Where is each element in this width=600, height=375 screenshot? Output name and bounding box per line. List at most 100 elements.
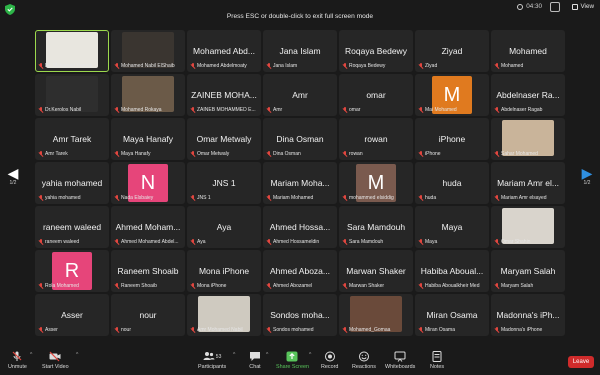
participants-button[interactable]: 53 Participants [198,351,226,370]
next-page-button[interactable]: ▶ 1/2 [578,166,596,194]
mic-muted-icon [190,151,195,157]
participant-name-label: Amr Mohamed Nabil [190,327,258,333]
participant-tile[interactable]: iPhone iPhone [415,118,489,160]
participant-tile[interactable]: Ahmed Hossa... Ahmed Hossameldin [263,206,337,248]
participant-tile[interactable]: Mohamed Abd... Mohamed Abdelmoaty [187,30,261,72]
participant-tile[interactable]: Maryam Salah Maryam Salah [491,250,565,292]
participant-tile[interactable]: Habiba Aboual... Habiba Aboualkheir Med [415,250,489,292]
participant-tile[interactable]: huda huda [415,162,489,204]
participant-tile[interactable]: Ahmed Aboza... Ahmed Abozamel [263,250,337,292]
participant-tile[interactable]: Abdelnaser Ra... Abdelnaser Ragab [491,74,565,116]
participant-tile[interactable]: raneem waleed raneem waleed [35,206,109,248]
participant-tile[interactable]: Dina Osman Dina Osman [263,118,337,160]
participant-tile[interactable]: Amr Tarek Amr Tarek [35,118,109,160]
exit-fullscreen-button[interactable] [550,2,560,12]
video-options-caret[interactable]: ^ [76,352,78,358]
unmute-button[interactable]: Unmute [8,351,27,370]
previous-page-button[interactable]: ◀ 1/2 [4,166,22,194]
participant-tile[interactable]: Mmohammed elsiddig [339,162,413,204]
participant-tile[interactable]: nour nour [111,294,185,336]
participant-tile[interactable]: omar omar [339,74,413,116]
participant-tile[interactable]: Marwan Shaker Marwan Shaker [339,250,413,292]
top-bar: Press ESC or double-click to exit full s… [0,0,600,28]
participant-tile[interactable]: Mohamed Rokaya [111,74,185,116]
notes-button[interactable]: Notes [430,351,444,370]
participant-tile[interactable]: Maya Hanafy Maya Hanafy [111,118,185,160]
participant-tile[interactable]: Mariam Amr el... Mariam Amr elsayed [491,162,565,204]
mic-muted-icon [494,63,499,69]
participant-display-name: Sara Mamdouh [346,222,406,232]
participant-name-text: Dr.Kerolos Nabil [45,107,82,113]
whiteboards-button[interactable]: Whiteboards [385,351,415,370]
participant-name-text: omar [349,107,361,113]
participant-name-text: Omar Metwaly [197,151,230,157]
participant-tile[interactable]: rowan rowan [339,118,413,160]
share-screen-button[interactable]: Share Screen [276,351,309,370]
participant-name-label: Maya Hanafy [114,151,182,157]
participant-tile[interactable]: Omar Shahin [491,206,565,248]
participant-display-name: Miran Osama [426,310,478,320]
reactions-button[interactable]: Reactions [352,351,376,370]
participant-tile[interactable]: Mohamed_Gomaa [339,294,413,336]
participant-tile[interactable]: JNS 1 JNS 1 [187,162,261,204]
participant-name-text: JNS 1 [197,195,211,201]
participant-tile[interactable]: Dr.Kerolos Nabil [35,74,109,116]
participant-name-label: Asser [38,327,106,333]
participant-name-label: Mohamed Abdelmoaty [190,63,258,69]
participant-name-label: Mai Mohamed [418,107,486,113]
participant-tile[interactable]: Raneem Shoaib Raneem Shoaib [111,250,185,292]
participant-tile[interactable]: yahia mohamed yahia mohamed [35,162,109,204]
participant-display-name: yahia mohamed [41,178,103,188]
participant-name-text: huda [425,195,437,201]
participant-name-label: Maya [418,239,486,245]
participant-tile[interactable]: Omar Metwaly Omar Metwaly [187,118,261,160]
participant-tile[interactable]: Ahmed Moham... Ahmed Mohamed Abdel... [111,206,185,248]
participant-name-label: Amr [266,107,334,113]
participant-tile[interactable]: Madonna's iPh... Madonna's iPhone [491,294,565,336]
page-indicator-right: 1/2 [583,180,591,186]
participant-name-text: Dina Osman [273,151,301,157]
participant-display-name: Dina Osman [276,134,324,144]
participant-name-text: Madonna's iPhone [501,327,543,333]
participant-name-text: ZAINEB MOHAMMED E... [197,107,256,113]
participant-tile[interactable]: Mariam Moha... Mariam Mohamed [263,162,337,204]
view-button[interactable]: View [572,3,594,10]
participant-display-name: Mona iPhone [198,266,250,276]
participant-tile[interactable]: Ziyad Ziyad [415,30,489,72]
participant-name-text: Sondos mohamed [273,327,314,333]
participant-name-text: Jana Islam [273,63,298,69]
participant-tile[interactable]: ZAINEB MOHA... ZAINEB MOHAMMED E... [187,74,261,116]
participant-tile[interactable]: Dr. Mohamed Hamdy [35,30,109,72]
leave-button[interactable]: Leave [568,356,594,368]
start-video-button[interactable]: Start Video [42,351,69,370]
participant-tile[interactable]: Aya Aya [187,206,261,248]
share-options-caret[interactable]: ^ [309,352,311,358]
participant-tile[interactable]: Miran Osama Miran Osama [415,294,489,336]
participant-tile[interactable]: Jana Islam Jana Islam [263,30,337,72]
participant-tile[interactable]: Sondos moha... Sondos mohamed [263,294,337,336]
participant-tile[interactable]: Asser Asser [35,294,109,336]
participant-name-label: Ahmed Hossameldin [266,239,334,245]
chat-options-caret[interactable]: ^ [266,352,268,358]
participant-tile[interactable]: Roqaya Bedewy Roqaya Bedewy [339,30,413,72]
audio-options-caret[interactable]: ^ [30,352,32,358]
participant-tile[interactable]: Mohamed Mohamed [491,30,565,72]
participant-tile[interactable]: R Rola Mohamed [35,250,109,292]
participant-tile[interactable]: Sara Mamdouh Sara Mamdouh [339,206,413,248]
chat-button[interactable]: Chat [249,351,261,370]
participant-tile[interactable]: Mona iPhone Mona iPhone [187,250,261,292]
participant-display-name: huda [442,178,462,188]
people-icon [203,352,215,360]
participant-tile[interactable]: Amr Amr [263,74,337,116]
record-button[interactable]: Record [321,351,338,370]
participant-name-label: Roqaya Bedewy [342,63,410,69]
participant-tile[interactable]: M Mai Mohamed [415,74,489,116]
participant-tile[interactable]: N Nada Elsbaiey [111,162,185,204]
participant-tile[interactable]: Sahar Mohamed [491,118,565,160]
participant-name-label: JNS 1 [190,195,258,201]
participant-tile[interactable]: Maya Maya [415,206,489,248]
participant-tile[interactable]: Amr Mohamed Nabil [187,294,261,336]
participants-options-caret[interactable]: ^ [233,352,235,358]
participant-name-text: Marwan Shaker [349,283,385,289]
participant-tile[interactable]: Mohamed Nabil ElShaib [111,30,185,72]
